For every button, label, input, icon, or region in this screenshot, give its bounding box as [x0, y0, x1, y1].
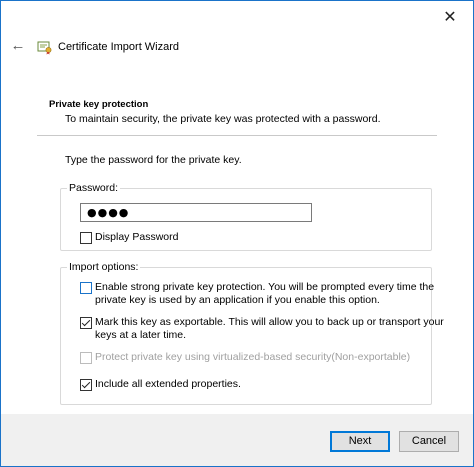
display-password-checkbox[interactable] [80, 232, 92, 244]
password-label: Password: [67, 182, 121, 194]
header-separator [37, 135, 437, 136]
import-options-label: Import options: [67, 261, 141, 273]
wizard-title: Certificate Import Wizard [58, 41, 180, 53]
display-password-row[interactable]: Display Password [80, 231, 178, 244]
option-virtualized-security: Protect private key using virtualized-ba… [80, 351, 410, 364]
exportable-label: Mark this key as exportable. This will a… [95, 316, 444, 341]
strong-protection-label: Enable strong private key protection. Yo… [95, 281, 435, 306]
virtualized-security-label: Protect private key using virtualized-ba… [95, 351, 411, 363]
password-input[interactable] [80, 203, 312, 222]
next-button[interactable]: Next [330, 431, 390, 452]
wizard-window: ✕ ← Certificate Import Wizard Private ke… [0, 0, 474, 467]
back-arrow-icon[interactable]: ← [9, 37, 27, 55]
option-extended-properties[interactable]: Include all extended properties. [80, 378, 241, 391]
section-title: Private key protection [49, 99, 149, 110]
close-icon[interactable]: ✕ [435, 7, 465, 31]
extended-properties-label: Include all extended properties. [95, 378, 241, 390]
section-description: To maintain security, the private key wa… [65, 113, 381, 125]
password-prompt: Type the password for the private key. [65, 154, 242, 166]
cancel-button[interactable]: Cancel [399, 431, 459, 452]
certificate-icon [37, 41, 52, 55]
extended-properties-checkbox[interactable] [80, 379, 92, 391]
exportable-checkbox[interactable] [80, 317, 92, 329]
virtualized-security-checkbox [80, 352, 92, 364]
option-strong-protection[interactable]: Enable strong private key protection. Yo… [80, 281, 434, 306]
display-password-label: Display Password [95, 231, 179, 243]
strong-protection-checkbox[interactable] [80, 282, 92, 294]
option-exportable[interactable]: Mark this key as exportable. This will a… [80, 316, 444, 341]
